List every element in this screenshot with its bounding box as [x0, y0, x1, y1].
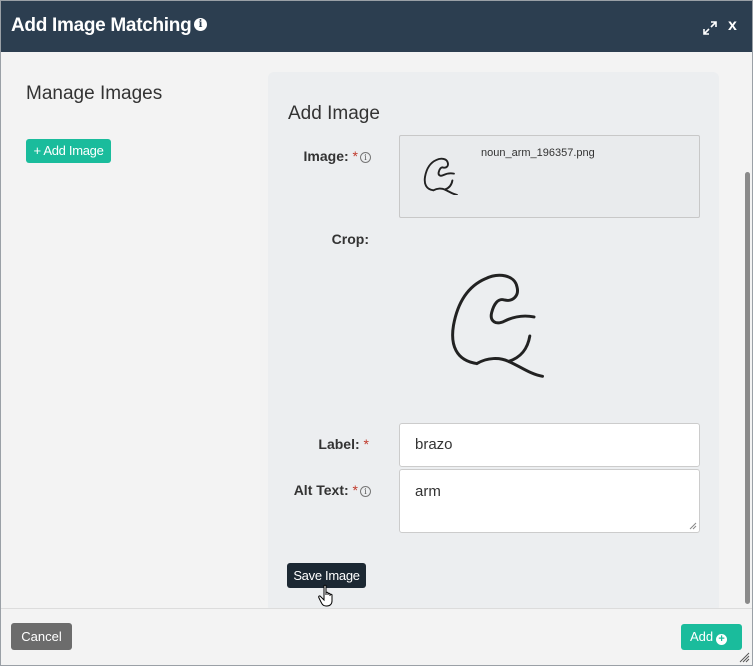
dialog-footer: Cancel Add +	[1, 608, 752, 665]
add-image-panel: Add Image Image: * i noun_arm_196357.png …	[268, 72, 719, 608]
image-filename: noun_arm_196357.png	[481, 147, 595, 159]
dialog-titlebar: Add Image Matching i x	[1, 1, 752, 52]
image-field-label: Image: * i	[301, 148, 371, 164]
add-button-label: Add	[690, 629, 714, 644]
required-mark: *	[363, 436, 369, 452]
required-mark: *	[352, 148, 358, 164]
expand-icon[interactable]	[702, 20, 718, 36]
image-file-picker[interactable]: noun_arm_196357.png	[399, 135, 700, 218]
scrollbar-thumb[interactable]	[745, 172, 750, 604]
alt-text-textarea[interactable]: arm	[399, 469, 700, 533]
alt-label-text: Alt Text:	[293, 482, 349, 498]
alt-text-field-label: Alt Text: * i	[281, 482, 371, 498]
alt-text-help-icon[interactable]: i	[360, 486, 371, 497]
label-input[interactable]: brazo	[399, 423, 700, 467]
label-label-text: Label:	[318, 436, 360, 452]
image-help-icon[interactable]: i	[360, 152, 371, 163]
dialog-body: Manage Images + Add Image Add Image Imag…	[1, 52, 752, 608]
scrollbar[interactable]	[741, 52, 752, 608]
crop-label: Crop:	[331, 231, 369, 247]
info-icon[interactable]: i	[194, 18, 207, 31]
image-label-text: Image:	[303, 148, 349, 164]
arm-thumbnail-icon	[423, 157, 458, 195]
add-image-matching-dialog: Add Image Matching i x Manage Images + A…	[0, 0, 753, 666]
add-image-heading: Add Image	[288, 103, 380, 124]
label-field-label: Label: *	[301, 436, 369, 452]
plus-circle-icon: +	[716, 634, 728, 645]
close-button[interactable]: x	[728, 17, 742, 37]
textarea-resize-grip-icon[interactable]	[689, 522, 697, 530]
cancel-button[interactable]: Cancel	[11, 623, 72, 650]
required-mark: *	[352, 482, 358, 498]
manage-images-heading: Manage Images	[26, 83, 163, 104]
dialog-title: Add Image Matching	[11, 15, 192, 36]
add-image-button[interactable]: + Add Image	[26, 139, 111, 163]
add-button[interactable]: Add +	[681, 624, 742, 650]
arm-crop-image[interactable]	[445, 257, 551, 379]
save-image-button[interactable]: Save Image	[287, 563, 366, 588]
dialog-resize-grip-icon[interactable]	[738, 651, 750, 663]
alt-text-value: arm	[415, 483, 441, 500]
